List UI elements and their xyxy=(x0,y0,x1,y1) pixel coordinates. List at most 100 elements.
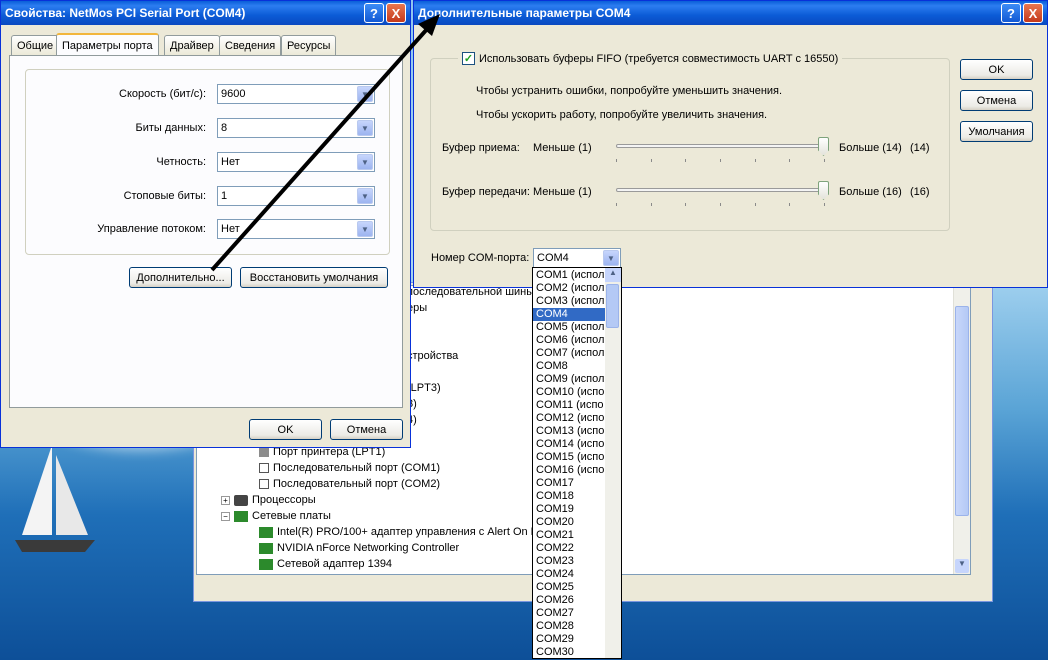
expand-plus-icon[interactable]: + xyxy=(221,495,230,505)
tree-item-1394-nic[interactable]: Сетевой адаптер 1394 xyxy=(259,558,392,570)
dropdown-option[interactable]: COM10 (испо xyxy=(533,386,607,399)
dropdown-items: COM1 (испол COM2 (испол COM3 (испол COM4 COM… xyxy=(533,269,607,658)
dropdown-option[interactable]: COM3 (испол xyxy=(533,295,607,308)
chevron-down-icon[interactable]: ▼ xyxy=(357,154,373,170)
dropdown-option[interactable]: COM7 (испол xyxy=(533,347,607,360)
dropdown-option[interactable]: COM2 (испол xyxy=(533,282,607,295)
slider-tick xyxy=(650,159,652,162)
dropdown-option[interactable]: COM28 xyxy=(533,620,607,633)
dropdown-option[interactable]: COM5 (испол xyxy=(533,321,607,334)
dropdown-option[interactable]: COM14 (испо xyxy=(533,438,607,451)
tree-item-network[interactable]: − Сетевые платы xyxy=(221,510,331,522)
receive-min-label: Меньше (1) xyxy=(533,142,592,154)
scroll-down-icon[interactable]: ▼ xyxy=(955,559,969,573)
serial-port-icon xyxy=(259,479,269,489)
scroll-up-icon[interactable]: ▲ xyxy=(605,268,621,282)
chevron-down-icon[interactable]: ▼ xyxy=(603,250,619,266)
receive-buffer-slider[interactable] xyxy=(614,137,829,163)
dropdown-option[interactable]: COM19 xyxy=(533,503,607,516)
dropdown-option[interactable]: COM9 (испол xyxy=(533,373,607,386)
dropdown-option[interactable]: COM21 xyxy=(533,529,607,542)
dropdown-option[interactable]: COM11 (испо xyxy=(533,399,607,412)
slider-tick xyxy=(824,159,825,162)
dropdown-option[interactable]: COM12 (испо xyxy=(533,412,607,425)
chevron-down-icon[interactable]: ▼ xyxy=(357,221,373,237)
dropdown-option[interactable]: COM6 (испол xyxy=(533,334,607,347)
tree-item-com1[interactable]: Последовательный порт (COM1) xyxy=(259,462,440,474)
dropdown-option[interactable]: COM4 xyxy=(533,308,607,321)
transmit-max-label: Больше (16) xyxy=(839,186,902,198)
tree-item-nvidia-nic[interactable]: NVIDIA nForce Networking Controller xyxy=(259,542,459,554)
tree-item-intel-nic[interactable]: Intel(R) PRO/100+ адаптер управления с A… xyxy=(259,526,537,538)
dropdown-option[interactable]: COM26 xyxy=(533,594,607,607)
chevron-down-icon[interactable]: ▼ xyxy=(357,120,373,136)
help-button[interactable]: ? xyxy=(364,3,384,23)
dropdown-option[interactable]: COM30 xyxy=(533,646,607,658)
dropdown-option[interactable]: COM27 xyxy=(533,607,607,620)
baud-rate-select[interactable]: 9600 ▼ xyxy=(217,84,375,104)
dropdown-option[interactable]: COM16 (испо xyxy=(533,464,607,477)
data-bits-select[interactable]: 8 ▼ xyxy=(217,118,375,138)
tab-driver[interactable]: Драйвер xyxy=(164,35,220,55)
dropdown-option[interactable]: COM15 (испо xyxy=(533,451,607,464)
dropdown-option[interactable]: COM23 xyxy=(533,555,607,568)
chevron-down-icon[interactable]: ▼ xyxy=(357,86,373,102)
stop-bits-label: Стоповые биты: xyxy=(123,190,206,202)
transmit-min-label: Меньше (1) xyxy=(533,186,592,198)
tree-item[interactable]: стройства xyxy=(407,350,458,362)
com-port-dropdown-list[interactable]: COM1 (испол COM2 (испол COM3 (испол COM4 COM… xyxy=(532,267,622,659)
dropdown-option[interactable]: COM8 xyxy=(533,360,607,373)
restore-defaults-button[interactable]: Восстановить умолчания xyxy=(240,267,388,288)
dropdown-option[interactable]: COM1 (испол xyxy=(533,269,607,282)
dropdown-option[interactable]: COM17 xyxy=(533,477,607,490)
dropdown-option[interactable]: COM22 xyxy=(533,542,607,555)
network-card-icon xyxy=(234,510,248,522)
port-icon xyxy=(259,447,269,457)
dropdown-option[interactable]: COM29 xyxy=(533,633,607,646)
flow-control-select[interactable]: Нет ▼ xyxy=(217,219,375,239)
advanced-titlebar[interactable]: Дополнительные параметры COM4 ? X xyxy=(414,1,1047,25)
scrollbar-thumb[interactable] xyxy=(606,284,619,328)
tab-resources[interactable]: Ресурсы xyxy=(281,35,337,55)
com-port-label: Номер COM-порта: xyxy=(431,252,530,264)
help-button[interactable]: ? xyxy=(1001,3,1021,23)
fifo-checkbox[interactable]: ✓ xyxy=(462,52,475,65)
fifo-row[interactable]: ✓ Использовать буферы FIFO (требуется со… xyxy=(458,52,843,65)
tab-general[interactable]: Общие xyxy=(11,35,60,55)
scrollbar-thumb[interactable] xyxy=(955,306,969,516)
cancel-button[interactable]: Отмена xyxy=(960,90,1033,111)
dropdown-option[interactable]: COM13 (испо xyxy=(533,425,607,438)
tab-port-settings[interactable]: Параметры порта xyxy=(56,33,159,56)
dropdown-option[interactable]: COM24 xyxy=(533,568,607,581)
cancel-button[interactable]: Отмена xyxy=(330,419,403,440)
close-button[interactable]: X xyxy=(1023,3,1043,23)
chevron-down-icon[interactable]: ▼ xyxy=(357,188,373,204)
com-port-select[interactable]: COM4 ▼ xyxy=(533,248,621,268)
tree-item-com2[interactable]: Последовательный порт (COM2) xyxy=(259,478,440,490)
tree-item[interactable]: (LPT3) xyxy=(407,382,441,394)
tab-panel: Скорость (бит/с): 9600 ▼ Биты данных: 8 ▼ … xyxy=(9,55,403,408)
close-button[interactable]: X xyxy=(386,3,406,23)
baud-rate-label: Скорость (бит/с): xyxy=(119,88,206,100)
network-card-icon xyxy=(259,526,273,538)
defaults-button[interactable]: Умолчания xyxy=(960,121,1033,142)
collapse-minus-icon[interactable]: − xyxy=(221,511,230,521)
dropdown-option[interactable]: COM18 xyxy=(533,490,607,503)
slider-tick xyxy=(720,203,721,206)
transmit-buffer-slider[interactable] xyxy=(614,181,829,207)
ok-button[interactable]: OK xyxy=(960,59,1033,80)
tab-details[interactable]: Сведения xyxy=(219,35,282,55)
tree-item-processors[interactable]: + Процессоры xyxy=(221,494,316,506)
dropdown-scrollbar[interactable]: ▲ xyxy=(605,268,621,658)
ok-button[interactable]: OK xyxy=(249,419,322,440)
stop-bits-select[interactable]: 1 ▼ xyxy=(217,186,375,206)
fifo-label: Использовать буферы FIFO (требуется совм… xyxy=(479,52,839,65)
dropdown-option[interactable]: COM20 xyxy=(533,516,607,529)
slider-tick xyxy=(754,159,756,162)
properties-dialog: Свойства: NetMos PCI Serial Port (COM4) … xyxy=(0,0,411,448)
parity-select[interactable]: Нет ▼ xyxy=(217,152,375,172)
vertical-scrollbar[interactable]: ▼ xyxy=(953,286,970,574)
dropdown-option[interactable]: COM25 xyxy=(533,581,607,594)
properties-titlebar[interactable]: Свойства: NetMos PCI Serial Port (COM4) … xyxy=(1,1,410,25)
advanced-button[interactable]: Дополнительно... xyxy=(129,267,232,288)
